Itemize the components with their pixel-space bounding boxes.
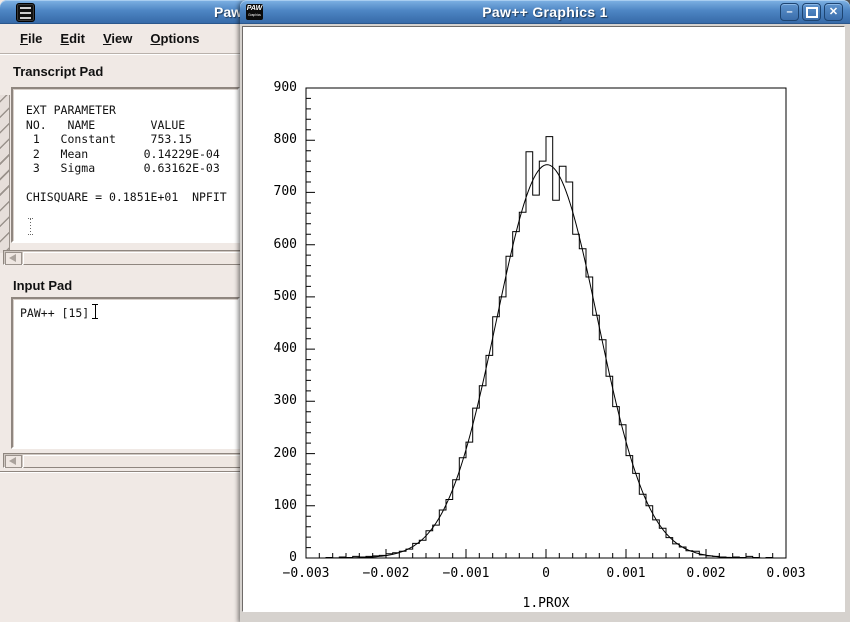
scrollbar-thumb[interactable] bbox=[23, 252, 241, 265]
input-pad[interactable]: PAW++ [15] bbox=[11, 297, 240, 449]
message-panel bbox=[0, 473, 247, 621]
gaussian-fit-curve bbox=[306, 165, 786, 558]
menu-file[interactable]: File bbox=[20, 31, 42, 46]
x-tick-label: 0.002 bbox=[674, 566, 738, 581]
minimize-icon: – bbox=[786, 6, 792, 18]
menu-options[interactable]: Options bbox=[150, 31, 199, 46]
y-tick-label: 300 bbox=[255, 393, 297, 408]
close-icon: ✕ bbox=[829, 6, 838, 18]
graphics-window: PAW Graphics Paw++ Graphics 1 – ✕ 0 100 20… bbox=[240, 0, 850, 622]
close-button[interactable]: ✕ bbox=[824, 3, 843, 21]
input-horizontal-scrollbar[interactable] bbox=[3, 453, 244, 468]
histogram-outline bbox=[306, 137, 786, 558]
scroll-left-arrow-icon[interactable] bbox=[5, 252, 22, 265]
menu-edit[interactable]: Edit bbox=[60, 31, 85, 46]
transcript-pad[interactable]: EXT PARAMETER NO. NAME VALUE 1 Constant … bbox=[11, 87, 240, 243]
desktop: Paw++ File Edit View Options Transcript … bbox=[0, 0, 850, 622]
x-tick-label: −0.001 bbox=[434, 566, 498, 581]
graphics-window-title: Paw++ Graphics 1 bbox=[240, 4, 850, 20]
y-tick-label: 900 bbox=[255, 80, 297, 95]
scroll-left-arrow-icon[interactable] bbox=[5, 455, 22, 468]
transcript-pad-label: Transcript Pad bbox=[13, 64, 103, 79]
y-tick-label: 200 bbox=[255, 446, 297, 461]
x-tick-label: 0.003 bbox=[754, 566, 818, 581]
x-tick-label: −0.002 bbox=[354, 566, 418, 581]
minimize-button[interactable]: – bbox=[780, 3, 799, 21]
y-tick-label: 400 bbox=[255, 341, 297, 356]
scrollbar-thumb[interactable] bbox=[23, 455, 241, 468]
input-prompt: PAW++ [15] bbox=[13, 299, 89, 321]
maximize-icon bbox=[806, 7, 818, 18]
menu-bar: File Edit View Options bbox=[0, 24, 247, 54]
y-tick-label: 800 bbox=[255, 132, 297, 147]
y-tick-label: 100 bbox=[255, 498, 297, 513]
x-tick-label: −0.003 bbox=[274, 566, 338, 581]
y-tick-label: 0 bbox=[255, 550, 297, 565]
graphics-canvas[interactable]: 0 100 200 300 400 500 600 700 800 900 −0.003 −0.00… bbox=[242, 26, 845, 612]
graphics-window-titlebar[interactable]: PAW Graphics Paw++ Graphics 1 – ✕ bbox=[240, 0, 850, 24]
input-text-cursor bbox=[92, 304, 98, 319]
transcript-text-cursor bbox=[28, 218, 33, 235]
paw-main-window-icon[interactable] bbox=[16, 3, 35, 22]
main-window-titlebar[interactable]: Paw++ bbox=[0, 0, 247, 24]
y-tick-label: 700 bbox=[255, 184, 297, 199]
transcript-horizontal-scrollbar[interactable] bbox=[3, 250, 244, 265]
x-axis-title: 1.PROX bbox=[486, 596, 606, 611]
y-tick-label: 600 bbox=[255, 237, 297, 252]
histogram-plot bbox=[243, 27, 844, 611]
maximize-button[interactable] bbox=[802, 3, 821, 21]
input-pad-label: Input Pad bbox=[13, 278, 72, 293]
paw-main-window: Paw++ File Edit View Options Transcript … bbox=[0, 0, 248, 622]
window-controls: – ✕ bbox=[780, 3, 843, 21]
transcript-vertical-scrollbar[interactable] bbox=[0, 95, 10, 253]
x-tick-label: 0 bbox=[514, 566, 578, 581]
y-tick-label: 500 bbox=[255, 289, 297, 304]
menu-view[interactable]: View bbox=[103, 31, 132, 46]
x-tick-label: 0.001 bbox=[594, 566, 658, 581]
transcript-text: EXT PARAMETER NO. NAME VALUE 1 Constant … bbox=[13, 89, 238, 205]
